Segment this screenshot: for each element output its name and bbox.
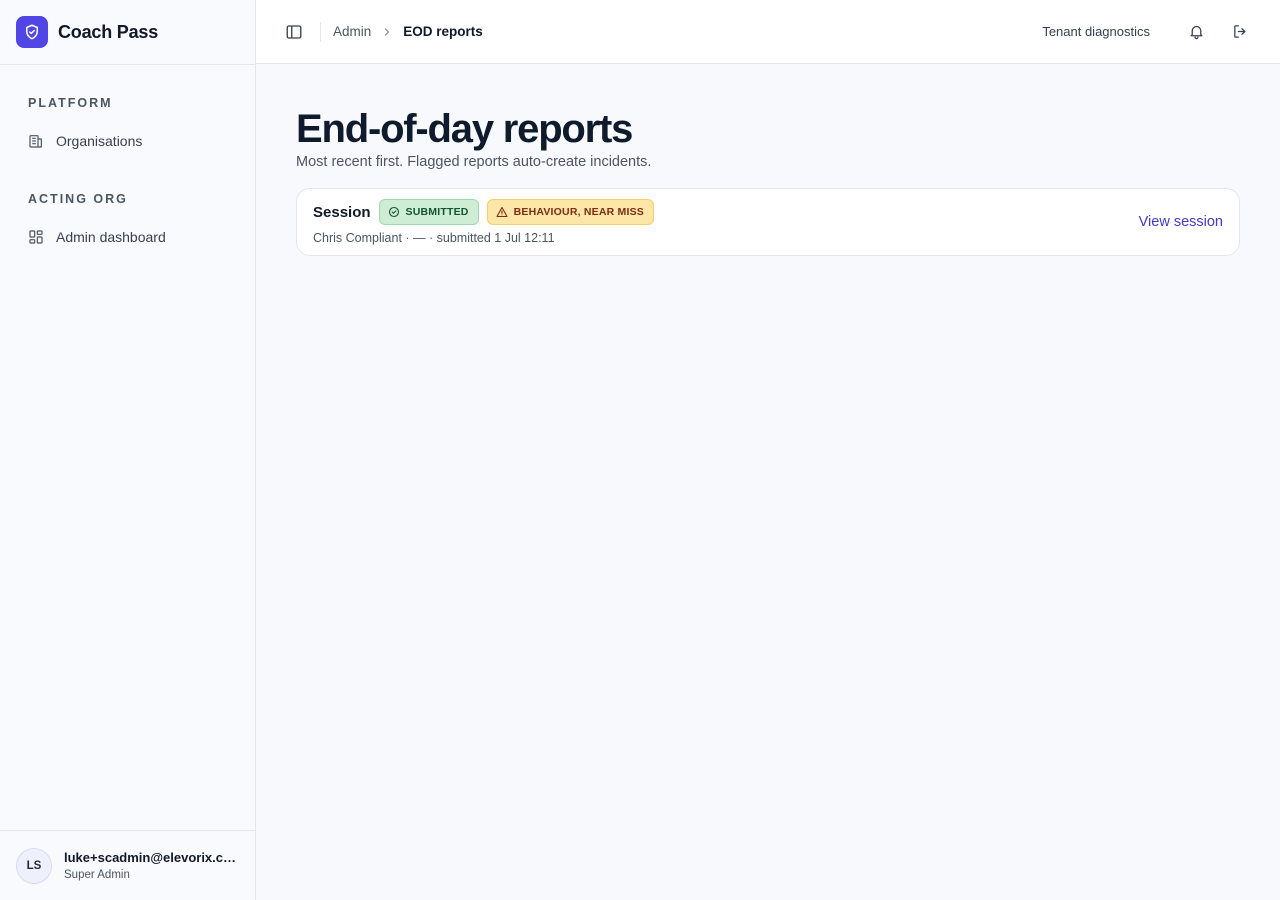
brand[interactable]: Coach Pass <box>0 0 255 65</box>
nav-heading-platform: PLATFORM <box>28 96 113 110</box>
topbar: Admin EOD reports Tenant diagnostics <box>256 0 1280 64</box>
logout-button[interactable] <box>1224 16 1256 48</box>
warning-triangle-icon <box>496 206 508 218</box>
user-email: luke+scadmin@elevorix.co.uk <box>64 850 240 865</box>
main-content: End-of-day reports Most recent first. Fl… <box>296 64 1240 256</box>
nav-heading-acting-org: ACTING ORG <box>28 192 128 206</box>
tenant-diagnostics-link[interactable]: Tenant diagnostics <box>1042 24 1150 39</box>
flag-badge-label: BEHAVIOUR, NEAR MISS <box>513 206 644 218</box>
breadcrumb-admin[interactable]: Admin <box>333 24 371 39</box>
sidebar-item-admin-dashboard[interactable]: Admin dashboard <box>12 219 243 255</box>
view-session-link[interactable]: View session <box>1139 214 1223 230</box>
sidebar-toggle-icon <box>285 23 303 41</box>
chevron-right-icon <box>381 26 393 38</box>
sidebar-item-label: Organisations <box>56 133 143 149</box>
notifications-button[interactable] <box>1180 16 1212 48</box>
user-menu[interactable]: LS luke+scadmin@elevorix.co.uk Super Adm… <box>0 830 255 900</box>
dashboard-grid-icon <box>28 229 44 245</box>
status-badge: SUBMITTED <box>378 199 479 225</box>
flag-badge: BEHAVIOUR, NEAR MISS <box>486 199 654 225</box>
logout-icon <box>1232 23 1249 40</box>
page-subtitle: Most recent first. Flagged reports auto-… <box>296 154 652 170</box>
report-meta: Chris Compliant · — · submitted 1 Jul 12… <box>313 231 555 245</box>
sidebar: Coach Pass PLATFORM Organisations ACTING… <box>0 0 256 900</box>
breadcrumb-current: EOD reports <box>403 24 483 39</box>
status-badge-label: SUBMITTED <box>405 206 469 218</box>
user-role: Super Admin <box>64 869 130 881</box>
sidebar-item-organisations[interactable]: Organisations <box>12 123 243 159</box>
avatar: LS <box>16 847 52 884</box>
sidebar-item-label: Admin dashboard <box>56 229 166 245</box>
sidebar-toggle-button[interactable] <box>280 18 308 46</box>
app-name: Coach Pass <box>58 21 159 42</box>
building-icon <box>28 133 44 149</box>
check-circle-icon <box>388 206 400 218</box>
breadcrumb: Admin EOD reports <box>333 24 483 39</box>
report-title: Session <box>313 203 371 221</box>
bell-icon <box>1188 23 1205 40</box>
divider <box>320 21 321 42</box>
shield-check-icon <box>16 16 48 48</box>
page-title: End-of-day reports <box>296 107 633 151</box>
report-card: Session SUBMITTED BEHAVIOUR, NEAR MISS C… <box>296 188 1240 256</box>
